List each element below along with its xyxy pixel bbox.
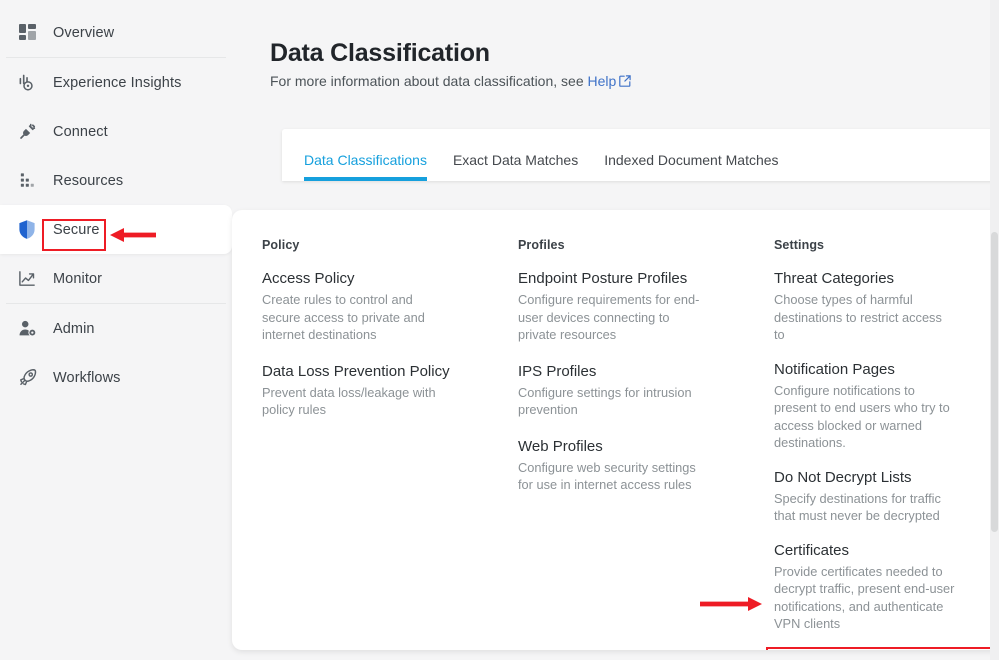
- sidebar: Overview Experience Insights Connect Res…: [0, 0, 232, 660]
- mega-menu-columns: Policy Access Policy Create rules to con…: [232, 210, 999, 650]
- menu-entry-title: Data Loss Prevention Policy: [262, 362, 450, 380]
- tab-bar-card: Data Classifications Exact Data Matches …: [282, 129, 999, 181]
- scrollbar-thumb[interactable]: [991, 232, 998, 532]
- menu-entry-access-policy[interactable]: Access Policy Create rules to control an…: [262, 269, 518, 344]
- menu-entry-desc: Provide certificates needed to decrypt t…: [774, 563, 955, 632]
- resources-icon: [10, 171, 44, 190]
- sidebar-item-label: Monitor: [53, 270, 103, 287]
- page-subtitle: For more information about data classifi…: [270, 73, 631, 90]
- menu-entry-data-loss-prevention-policy[interactable]: Data Loss Prevention Policy Prevent data…: [262, 362, 518, 419]
- menu-entry-endpoint-posture-profiles[interactable]: Endpoint Posture Profiles Configure requ…: [518, 269, 774, 344]
- sidebar-item-monitor[interactable]: Monitor: [0, 254, 232, 303]
- page-subtitle-text: For more information about data classifi…: [270, 73, 588, 89]
- plug-icon: [10, 122, 44, 141]
- sidebar-item-workflows[interactable]: Workflows: [0, 353, 232, 402]
- menu-entry-title: Access Policy: [262, 270, 355, 287]
- sidebar-item-label: Workflows: [53, 369, 121, 386]
- menu-entry-title: Notification Pages: [774, 360, 895, 378]
- dashboard-icon: [10, 23, 44, 42]
- main-content: Data Classification For more information…: [232, 0, 999, 660]
- menu-entry-title: Endpoint Posture Profiles: [518, 270, 688, 287]
- menu-entry-desc: Configure settings for intrusion prevent…: [518, 384, 692, 418]
- shield-icon: [10, 219, 44, 240]
- menu-entry-threat-categories[interactable]: Threat Categories Choose types of harmfu…: [774, 269, 999, 344]
- sidebar-item-resources[interactable]: Resources: [0, 156, 232, 205]
- menu-entry-title: IPS Profiles: [518, 362, 597, 380]
- scrollbar-track[interactable]: [990, 0, 999, 660]
- sidebar-item-admin[interactable]: Admin: [0, 304, 232, 353]
- column-title: Policy: [262, 238, 300, 252]
- annotation-arrow-secure: [110, 227, 156, 243]
- sidebar-item-label: Connect: [53, 123, 108, 140]
- tab-indexed-document-matches[interactable]: Indexed Document Matches: [604, 152, 778, 181]
- mega-menu-column-settings: Settings Threat Categories Choose types …: [766, 238, 999, 650]
- sidebar-item-label: Experience Insights: [53, 74, 182, 91]
- mega-menu-column-policy: Policy Access Policy Create rules to con…: [262, 238, 518, 650]
- tab-exact-data-matches[interactable]: Exact Data Matches: [453, 152, 578, 181]
- user-gear-icon: [10, 319, 44, 338]
- chart-line-icon: [10, 269, 44, 288]
- page-title: Data Classification: [270, 38, 490, 67]
- sidebar-item-label: Admin: [53, 320, 95, 337]
- help-link[interactable]: Help: [588, 73, 617, 89]
- annotation-arrow-data-classification: [700, 596, 762, 612]
- menu-entry-desc: Configure web security settings for use …: [518, 459, 696, 493]
- column-title: Settings: [774, 238, 825, 252]
- menu-entry-desc: Configure notifications to present to en…: [774, 382, 950, 451]
- sidebar-item-experience-insights[interactable]: Experience Insights: [0, 58, 232, 107]
- menu-entry-notification-pages[interactable]: Notification Pages Configure notificatio…: [774, 360, 999, 452]
- menu-entry-title: Threat Categories: [774, 270, 895, 287]
- menu-entry-desc: Specify destinations for traffic that mu…: [774, 490, 941, 524]
- menu-entry-certificates[interactable]: Certificates Provide certificates needed…: [774, 541, 999, 633]
- menu-entry-do-not-decrypt-lists[interactable]: Do Not Decrypt Lists Specify destination…: [774, 468, 999, 525]
- secure-mega-menu-panel: Policy Access Policy Create rules to con…: [232, 210, 999, 650]
- menu-entry-ips-profiles[interactable]: IPS Profiles Configure settings for intr…: [518, 362, 774, 419]
- menu-entry-title: Web Profiles: [518, 437, 603, 455]
- sidebar-item-label: Resources: [53, 172, 124, 189]
- rocket-icon: [10, 368, 44, 387]
- tab-data-classifications[interactable]: Data Classifications: [304, 152, 427, 181]
- insights-icon: [10, 73, 44, 92]
- menu-entry-desc: Choose types of harmful destinations to …: [774, 292, 942, 342]
- sidebar-item-label: Overview: [53, 24, 115, 41]
- app-root: Overview Experience Insights Connect Res…: [0, 0, 999, 660]
- tab-bar: Data Classifications Exact Data Matches …: [282, 129, 999, 181]
- sidebar-item-overview[interactable]: Overview: [0, 8, 232, 57]
- menu-entry-title: Certificates: [774, 541, 850, 559]
- sidebar-item-connect[interactable]: Connect: [0, 107, 232, 156]
- sidebar-group-primary: Overview Experience Insights Connect Res…: [0, 8, 232, 402]
- menu-entry-title: Do Not Decrypt Lists: [774, 468, 912, 486]
- menu-entry-desc: Create rules to control and secure acces…: [262, 292, 425, 342]
- menu-entry-desc: Prevent data loss/leakage with policy ru…: [262, 384, 436, 418]
- sidebar-item-label: Secure: [53, 221, 100, 238]
- external-link-icon[interactable]: [619, 74, 631, 90]
- mega-menu-column-profiles: Profiles Endpoint Posture Profiles Confi…: [518, 238, 774, 650]
- menu-entry-desc: Configure requirements for end-user devi…: [518, 292, 700, 342]
- column-title: Profiles: [518, 238, 565, 252]
- menu-entry-data-classification[interactable]: Data Classification Manage rules to prev…: [766, 646, 999, 650]
- menu-entry-web-profiles[interactable]: Web Profiles Configure web security sett…: [518, 437, 774, 494]
